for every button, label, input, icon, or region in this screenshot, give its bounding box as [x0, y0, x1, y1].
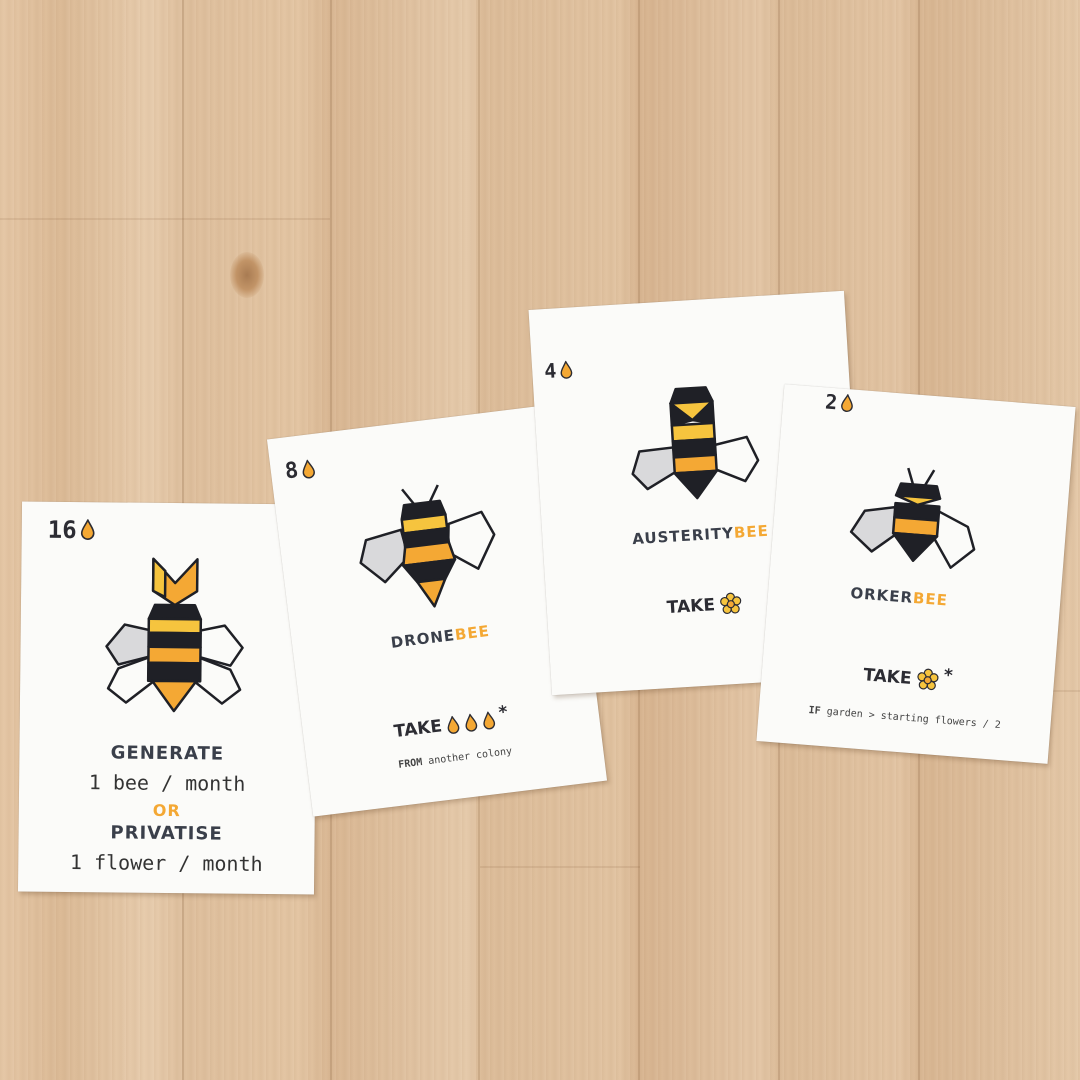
flower-icon: [720, 592, 742, 615]
asterisk: *: [497, 702, 509, 724]
card-worker-bee[interactable]: 2 ORKERBEE TAKE * IF garden > starting f…: [756, 384, 1076, 764]
honey-drop-icon: [80, 519, 95, 540]
privatise-label: PRIVATISE: [110, 822, 223, 845]
queen-bee-icon: [105, 557, 244, 713]
card-action: TAKE *: [761, 655, 1054, 702]
card-name: DRONEBEE: [389, 621, 491, 652]
card-generate[interactable]: 16 GENERATE 1 bee / month OR PRIVATISE 1…: [17, 501, 319, 895]
honey-drop-icon: [302, 458, 316, 478]
worker-bee-icon: [849, 467, 976, 569]
privatise-detail: 1 flower / month: [69, 849, 263, 876]
drone-bee-icon: [359, 484, 496, 608]
card-name: ORKERBEE: [849, 583, 949, 610]
flower-icon: [917, 668, 939, 691]
plank-seam: [0, 218, 330, 220]
wood-knot: [230, 252, 264, 298]
generate-label: GENERATE: [110, 742, 225, 765]
card-cost: 8: [284, 456, 318, 484]
or-label: OR: [152, 800, 181, 821]
generate-detail: 1 bee / month: [88, 770, 246, 796]
card-cost: 4: [544, 357, 574, 383]
austerity-bee-icon: [631, 386, 760, 500]
honey-drop-icon: [482, 710, 495, 729]
plank-seam: [480, 866, 640, 868]
honey-drop-icon: [465, 712, 477, 732]
card-cost: 2: [824, 389, 855, 415]
asterisk: *: [943, 665, 954, 687]
card-cost: 16: [48, 516, 96, 545]
card-note: IF garden > starting flowers / 2: [808, 705, 1002, 732]
honey-drop-icon: [560, 359, 573, 379]
honey-drop-icon: [447, 714, 459, 734]
honey-drop-icon: [841, 393, 853, 412]
